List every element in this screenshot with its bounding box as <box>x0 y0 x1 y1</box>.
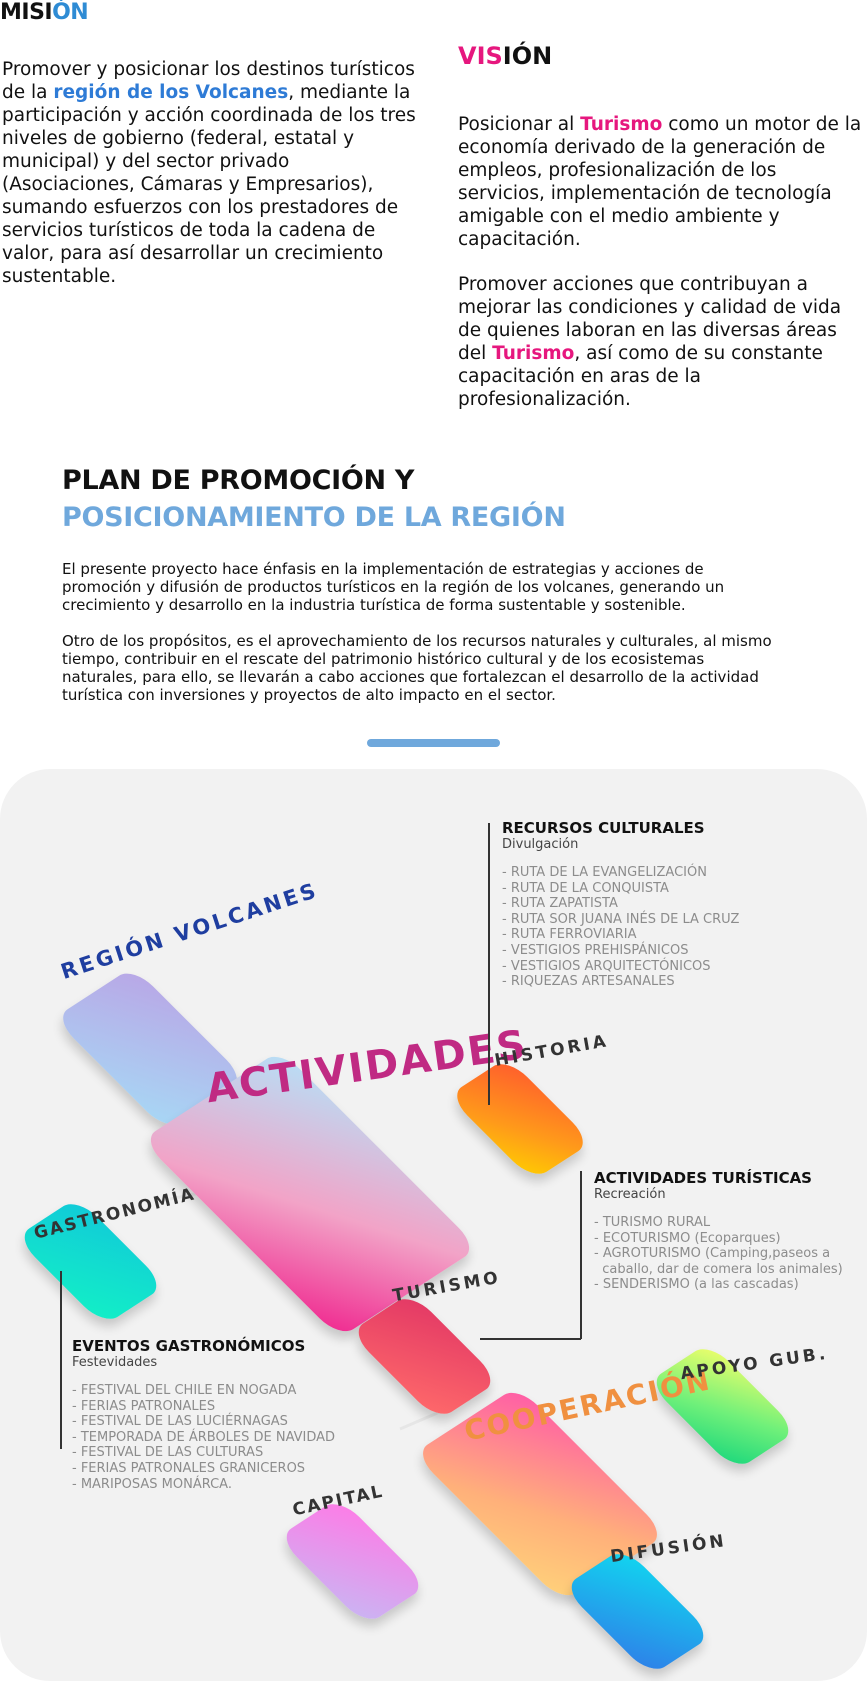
actividades-turisticas-block: ACTIVIDADES TURÍSTICAS Recreación - TURI… <box>594 1169 864 1293</box>
eventos-subtitle: Festevidades <box>72 1355 158 1370</box>
actividades-leader-line <box>580 1171 582 1339</box>
vision-paragraph-2: Promover acciones que contribuyan a mejo… <box>458 274 842 410</box>
eventos-title: EVENTOS GASTRONÓMICOS <box>72 1337 306 1355</box>
actividades-info-subtitle: Recreación <box>594 1187 666 1202</box>
vision-title: VISIÓN <box>458 42 553 70</box>
plan-title-line-2: POSICIONAMIENTO DE LA REGIÓN <box>62 502 566 533</box>
recursos-subtitle: Divulgación <box>502 837 579 852</box>
eventos-leader-line <box>60 1271 62 1449</box>
section-divider <box>367 739 500 747</box>
vision-paragraph-1: Posicionar al Turismo como un motor de l… <box>458 114 862 250</box>
plan-title-line-1: PLAN DE PROMOCIÓN Y <box>62 465 415 496</box>
recursos-title: RECURSOS CULTURALES <box>502 819 705 837</box>
recursos-list: - RUTA DE LA EVANGELIZACIÓN - RUTA DE LA… <box>502 865 740 990</box>
actividades-info-title: ACTIVIDADES TURÍSTICAS <box>594 1169 812 1187</box>
recursos-culturales-block: RECURSOS CULTURALES Divulgación - RUTA D… <box>502 819 842 990</box>
recursos-leader-line <box>488 823 490 1105</box>
plan-paragraph-1: El presente proyecto hace énfasis en la … <box>62 560 725 614</box>
diagram-panel: REGIÓN VOLCANES ACTIVIDADES HISTORIA GAS… <box>0 769 867 1681</box>
mision-highlight: región de los Volcanes <box>53 82 289 103</box>
eventos-list: - FESTIVAL DEL CHILE EN NOGADA - FERIAS … <box>72 1383 336 1492</box>
mision-text: Promover y posicionar los destinos turís… <box>2 59 416 287</box>
mision-title: MISIÓN <box>0 0 89 25</box>
plan-paragraph-2: Otro de los propósitos, es el aprovecham… <box>62 632 772 704</box>
actividades-info-list: - TURISMO RURAL - ECOTURISMO (Ecoparques… <box>594 1215 843 1293</box>
actividades-leader-hline <box>480 1338 581 1340</box>
eventos-gastronomicos-block: EVENTOS GASTRONÓMICOS Festevidades - FES… <box>72 1337 372 1492</box>
